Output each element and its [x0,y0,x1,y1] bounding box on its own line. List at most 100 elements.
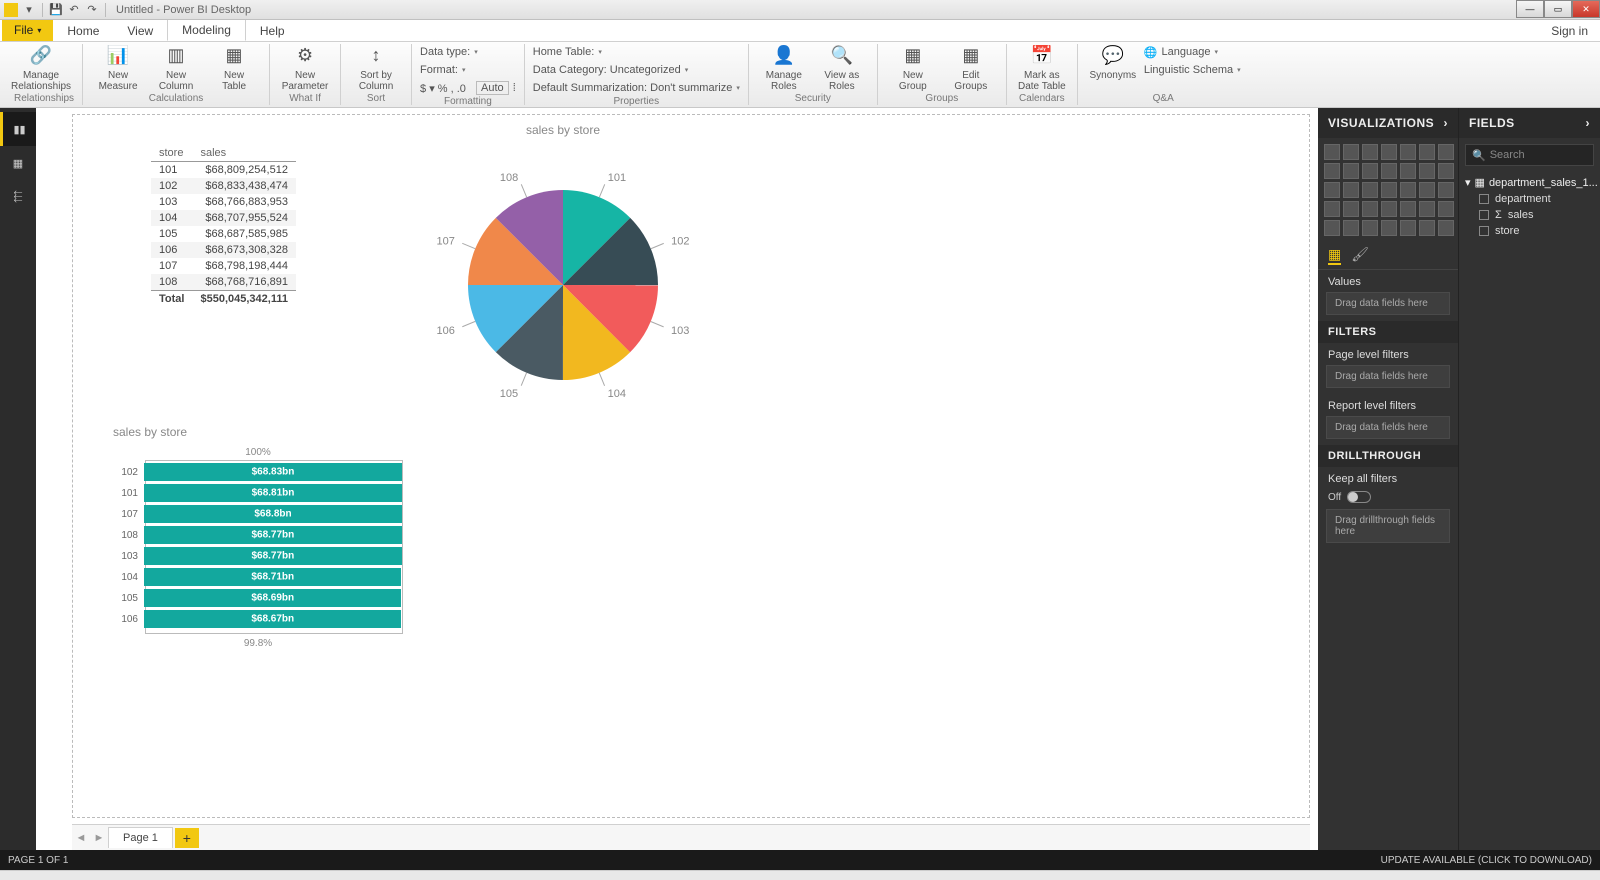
data-category-dropdown[interactable]: Data Category: Uncategorized▾ [533,62,740,78]
new-measure-button[interactable]: 📊New Measure [91,44,145,92]
bar-row: 103$68.77bn [114,547,402,565]
file-tab[interactable]: File▾ [2,19,53,41]
viz-type-icon[interactable] [1400,182,1416,198]
fields-header[interactable]: FIELDS› [1459,108,1600,138]
mark-as-date-table-button[interactable]: 📅Mark as Date Table [1015,44,1069,92]
tab-view[interactable]: View [113,21,167,41]
tab-modeling[interactable]: Modeling [167,19,246,41]
new-group-button[interactable]: ▦New Group [886,44,940,92]
report-canvas[interactable]: store sales 101$68,809,254,512102$68,833… [72,114,1310,818]
manage-roles-button[interactable]: 👤Manage Roles [757,44,811,92]
viz-type-icon[interactable] [1438,144,1454,160]
bar-row: 104$68.71bn [114,568,402,586]
window-close-button[interactable]: ✕ [1572,0,1600,18]
add-page-button[interactable]: + [175,828,199,848]
new-parameter-button[interactable]: ⚙New Parameter [278,44,332,92]
undo-icon[interactable]: ↶ [65,2,83,18]
viz-type-icon[interactable] [1362,220,1378,236]
view-as-roles-button[interactable]: 🔍View as Roles [815,44,869,92]
edit-groups-button[interactable]: ▦Edit Groups [944,44,998,92]
viz-type-icon[interactable] [1362,182,1378,198]
table-header: sales [192,145,295,162]
drillthrough-dropzone[interactable]: Drag drillthrough fields here [1326,509,1450,543]
pie-chart-visual[interactable]: sales by store 101102103104105106107108 [373,123,753,415]
default-summarization-dropdown[interactable]: Default Summarization: Don't summarize▾ [533,80,740,96]
viz-type-icon[interactable] [1419,163,1435,179]
language-dropdown[interactable]: 🌐 Language▾ [1144,44,1241,60]
page-filters-dropzone[interactable]: Drag data fields here [1326,365,1450,388]
new-column-button[interactable]: ▥New Column [149,44,203,92]
fields-tab-icon[interactable]: ▦ [1328,246,1341,265]
viz-type-icon[interactable] [1381,182,1397,198]
field-item[interactable]: Σsales [1465,207,1594,223]
viz-type-icon[interactable] [1438,182,1454,198]
bar-chart-visual[interactable]: sales by store 100% 102$68.83bn101$68.81… [113,425,403,649]
field-item[interactable]: department [1465,191,1594,207]
format-toolbar[interactable]: $ ▾ % , .0 Auto ⁞ [420,80,516,96]
page-prev-button[interactable]: ◄ [72,832,90,844]
chart-title: sales by store [373,123,753,137]
update-available-link[interactable]: UPDATE AVAILABLE (CLICK TO DOWNLOAD) [1381,855,1592,866]
viz-type-icon[interactable] [1400,220,1416,236]
viz-type-icon[interactable] [1419,144,1435,160]
viz-type-icon[interactable] [1343,201,1359,217]
viz-type-icon[interactable] [1343,163,1359,179]
field-table-row[interactable]: ▾▦department_sales_1... [1465,174,1594,191]
viz-type-icon[interactable] [1324,201,1340,217]
viz-type-icon[interactable] [1324,144,1340,160]
keep-filters-toggle[interactable] [1347,491,1371,503]
viz-type-icon[interactable] [1381,201,1397,217]
model-view-icon[interactable]: ⬱ [0,180,36,214]
qat-dropdown[interactable]: ▾ [20,2,38,18]
viz-type-icon[interactable] [1362,144,1378,160]
home-table-dropdown[interactable]: Home Table:▾ [533,44,740,60]
report-view-icon[interactable]: ▮▮ [0,112,36,146]
viz-type-icon[interactable] [1324,182,1340,198]
format-dropdown[interactable]: Format:▾ [420,62,516,78]
signin-link[interactable]: Sign in [1539,21,1600,41]
viz-type-icon[interactable] [1362,201,1378,217]
format-tab-icon[interactable]: 🖌 [1351,246,1369,265]
report-filters-dropzone[interactable]: Drag data fields here [1326,416,1450,439]
viz-type-icon[interactable] [1419,220,1435,236]
manage-relationships-button[interactable]: 🔗Manage Relationships [14,44,68,92]
viz-type-icon[interactable] [1343,144,1359,160]
new-table-button[interactable]: ▦New Table [207,44,261,92]
viz-type-icon[interactable] [1419,182,1435,198]
viz-type-icon[interactable] [1343,220,1359,236]
field-item[interactable]: store [1465,223,1594,239]
viz-type-icon[interactable] [1381,163,1397,179]
sort-by-column-button[interactable]: ↕Sort by Column [349,44,403,92]
table-row: 105$68,687,585,985 [151,226,296,242]
viz-type-icon[interactable] [1400,163,1416,179]
redo-icon[interactable]: ↷ [83,2,101,18]
window-maximize-button[interactable]: ▭ [1544,0,1572,18]
linguistic-schema-dropdown[interactable]: Linguistic Schema▾ [1144,62,1241,78]
viz-type-icon[interactable] [1400,201,1416,217]
page-next-button[interactable]: ► [90,832,108,844]
data-view-icon[interactable]: ▦ [0,146,36,180]
save-icon[interactable]: 💾 [47,2,65,18]
table-visual[interactable]: store sales 101$68,809,254,512102$68,833… [151,145,296,307]
synonyms-button[interactable]: 💬Synonyms [1086,44,1140,81]
viz-type-icon[interactable] [1324,220,1340,236]
values-dropzone[interactable]: Drag data fields here [1326,292,1450,315]
viz-type-icon[interactable] [1419,201,1435,217]
viz-type-icon[interactable] [1438,163,1454,179]
fields-search-input[interactable]: 🔍 Search [1465,144,1594,166]
viz-type-icon[interactable] [1438,220,1454,236]
datatype-dropdown[interactable]: Data type:▾ [420,44,516,60]
viz-type-icon[interactable] [1343,182,1359,198]
viz-type-icon[interactable] [1400,144,1416,160]
page-tab[interactable]: Page 1 [108,827,173,848]
window-minimize-button[interactable]: — [1516,0,1544,18]
tab-home[interactable]: Home [53,21,113,41]
table-header: store [151,145,192,162]
viz-type-icon[interactable] [1324,163,1340,179]
visualizations-header[interactable]: VISUALIZATIONS› [1318,108,1458,138]
tab-help[interactable]: Help [246,21,299,41]
viz-type-icon[interactable] [1381,144,1397,160]
viz-type-icon[interactable] [1381,220,1397,236]
viz-type-icon[interactable] [1362,163,1378,179]
viz-type-icon[interactable] [1438,201,1454,217]
